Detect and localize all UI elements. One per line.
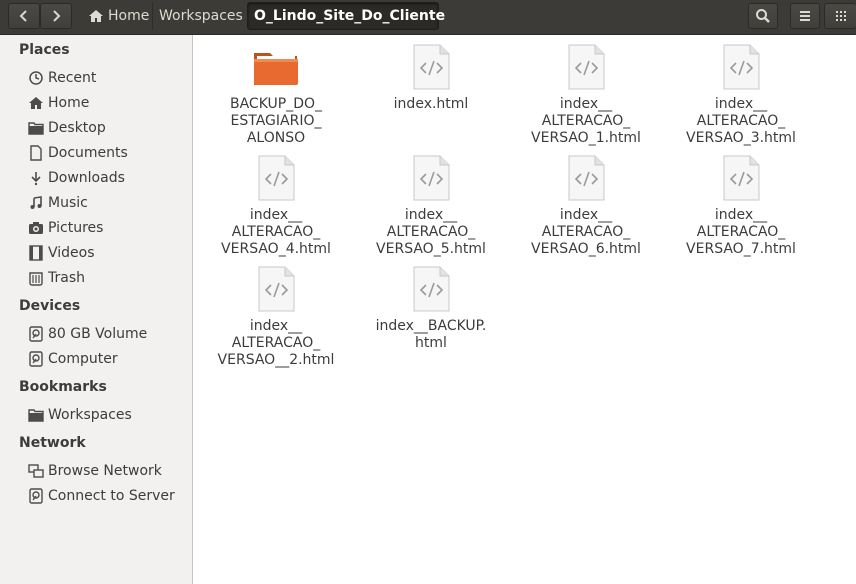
- sidebar-item-trash[interactable]: Trash: [28, 267, 85, 289]
- file-name: index__ ALTERACAO_ VERSAO_4.html: [221, 207, 331, 257]
- devices-heading: Devices: [19, 298, 81, 314]
- sidebar-item-connect-server[interactable]: Connect to Server: [28, 485, 175, 507]
- sidebar-item-browse-network[interactable]: Browse Network: [28, 460, 162, 482]
- file-item-html[interactable]: index.html: [356, 43, 506, 113]
- back-button[interactable]: [8, 3, 40, 29]
- camera-icon: [28, 220, 44, 236]
- file-view: BACKUP_DO_ ESTAGIARIO_ ALONSO index.html…: [193, 35, 856, 584]
- breadcrumb-label: Home: [108, 8, 150, 24]
- html-file-icon: [723, 44, 760, 90]
- file-item-html[interactable]: index__BACKUP. html: [356, 265, 506, 352]
- file-name: index__BACKUP. html: [375, 318, 487, 351]
- sidebar-item-documents[interactable]: Documents: [28, 142, 128, 164]
- header-bar: Home Workspaces O_Lindo_Site_Do_Cliente: [0, 0, 856, 35]
- file-item-html[interactable]: index__ ALTERACAO_ VERSAO_3.html: [666, 43, 816, 147]
- file-name: index__ ALTERACAO_ VERSAO_6.html: [531, 207, 641, 257]
- sidebar-item-label: Documents: [48, 145, 128, 161]
- file-name: index__ ALTERACAO_ VERSAO_1.html: [531, 96, 641, 146]
- sidebar-item-volume[interactable]: 80 GB Volume: [28, 323, 147, 345]
- film-icon: [28, 245, 44, 261]
- html-file-icon: [413, 155, 450, 201]
- sidebar-item-label: Music: [48, 195, 88, 211]
- sidebar-item-desktop[interactable]: Desktop: [28, 117, 106, 139]
- sidebar-item-label: Connect to Server: [48, 488, 175, 504]
- html-file-icon: [258, 155, 295, 201]
- grid-icon: [835, 11, 846, 21]
- hamburger-icon: [800, 11, 810, 21]
- download-icon: [28, 170, 44, 186]
- file-name: index__ ALTERACAO_ VERSAO_3.html: [686, 96, 796, 146]
- drive-icon: [28, 326, 44, 342]
- menu-button[interactable]: [790, 3, 820, 29]
- sidebar-item-music[interactable]: Music: [28, 192, 88, 214]
- clock-icon: [28, 70, 44, 86]
- sidebar: Places Recent Home Desktop Documents Dow…: [0, 35, 193, 584]
- network-icon: [28, 463, 44, 479]
- search-icon: [756, 9, 770, 23]
- sidebar-item-label: Downloads: [48, 170, 125, 186]
- html-file-icon: [568, 44, 605, 90]
- home-icon: [89, 10, 103, 22]
- home-icon: [28, 95, 44, 111]
- file-item-html[interactable]: index__ ALTERACAO_ VERSAO_4.html: [201, 154, 351, 258]
- folder-icon: [254, 53, 298, 85]
- sidebar-item-pictures[interactable]: Pictures: [28, 217, 103, 239]
- file-item-html[interactable]: index__ ALTERACAO_ VERSAO_6.html: [511, 154, 661, 258]
- sidebar-item-downloads[interactable]: Downloads: [28, 167, 125, 189]
- sidebar-item-label: Home: [48, 95, 90, 111]
- file-name: index__ ALTERACAO_ VERSAO__2.html: [217, 318, 335, 368]
- sidebar-item-label: Trash: [48, 270, 85, 286]
- html-file-icon: [413, 44, 450, 90]
- forward-button[interactable]: [40, 3, 72, 29]
- chevron-right-icon: [53, 10, 61, 22]
- sidebar-item-recent[interactable]: Recent: [28, 67, 96, 89]
- breadcrumb-home[interactable]: Home: [82, 2, 155, 30]
- file-item-html[interactable]: index__ ALTERACAO_ VERSAO_1.html: [511, 43, 661, 147]
- file-name: index__ ALTERACAO_ VERSAO_5.html: [376, 207, 486, 257]
- file-item-html[interactable]: index__ ALTERACAO_ VERSAO__2.html: [201, 265, 351, 369]
- view-mode-button[interactable]: [824, 3, 856, 29]
- sidebar-item-label: Pictures: [48, 220, 104, 236]
- document-icon: [28, 145, 44, 161]
- sidebar-item-label: Computer: [48, 351, 118, 367]
- breadcrumb-workspaces[interactable]: Workspaces: [152, 2, 249, 30]
- trash-icon: [28, 270, 44, 286]
- html-file-icon: [258, 266, 295, 312]
- sidebar-item-label: 80 GB Volume: [48, 326, 148, 342]
- html-file-icon: [568, 155, 605, 201]
- music-note-icon: [28, 195, 44, 211]
- sidebar-item-label: Desktop: [48, 120, 106, 136]
- sidebar-item-home[interactable]: Home: [28, 92, 89, 114]
- breadcrumb-current[interactable]: O_Lindo_Site_Do_Cliente: [247, 2, 445, 30]
- sidebar-item-label: Browse Network: [48, 463, 162, 479]
- search-button[interactable]: [748, 3, 778, 29]
- sidebar-item-videos[interactable]: Videos: [28, 242, 95, 264]
- breadcrumb-label: Workspaces: [159, 8, 243, 24]
- places-heading: Places: [19, 42, 70, 58]
- sidebar-item-label: Workspaces: [48, 407, 132, 423]
- sidebar-item-workspaces[interactable]: Workspaces: [28, 404, 132, 426]
- file-name: index__ ALTERACAO_ VERSAO_7.html: [686, 207, 796, 257]
- html-file-icon: [413, 266, 450, 312]
- file-item-html[interactable]: index__ ALTERACAO_ VERSAO_5.html: [356, 154, 506, 258]
- folder-icon: [28, 120, 44, 136]
- server-icon: [28, 488, 44, 504]
- drive-icon: [28, 351, 44, 367]
- sidebar-item-computer[interactable]: Computer: [28, 348, 118, 370]
- sidebar-item-label: Recent: [48, 70, 97, 86]
- file-name: index.html: [393, 96, 469, 112]
- html-file-icon: [723, 155, 760, 201]
- file-item-html[interactable]: index__ ALTERACAO_ VERSAO_7.html: [666, 154, 816, 258]
- file-name: BACKUP_DO_ ESTAGIARIO_ ALONSO: [229, 96, 322, 146]
- network-heading: Network: [19, 435, 86, 451]
- sidebar-item-label: Videos: [48, 245, 95, 261]
- breadcrumb-label: O_Lindo_Site_Do_Cliente: [254, 8, 446, 24]
- folder-icon: [28, 407, 44, 423]
- bookmarks-heading: Bookmarks: [19, 379, 107, 395]
- file-item-folder[interactable]: BACKUP_DO_ ESTAGIARIO_ ALONSO: [201, 43, 351, 147]
- chevron-left-icon: [19, 10, 27, 22]
